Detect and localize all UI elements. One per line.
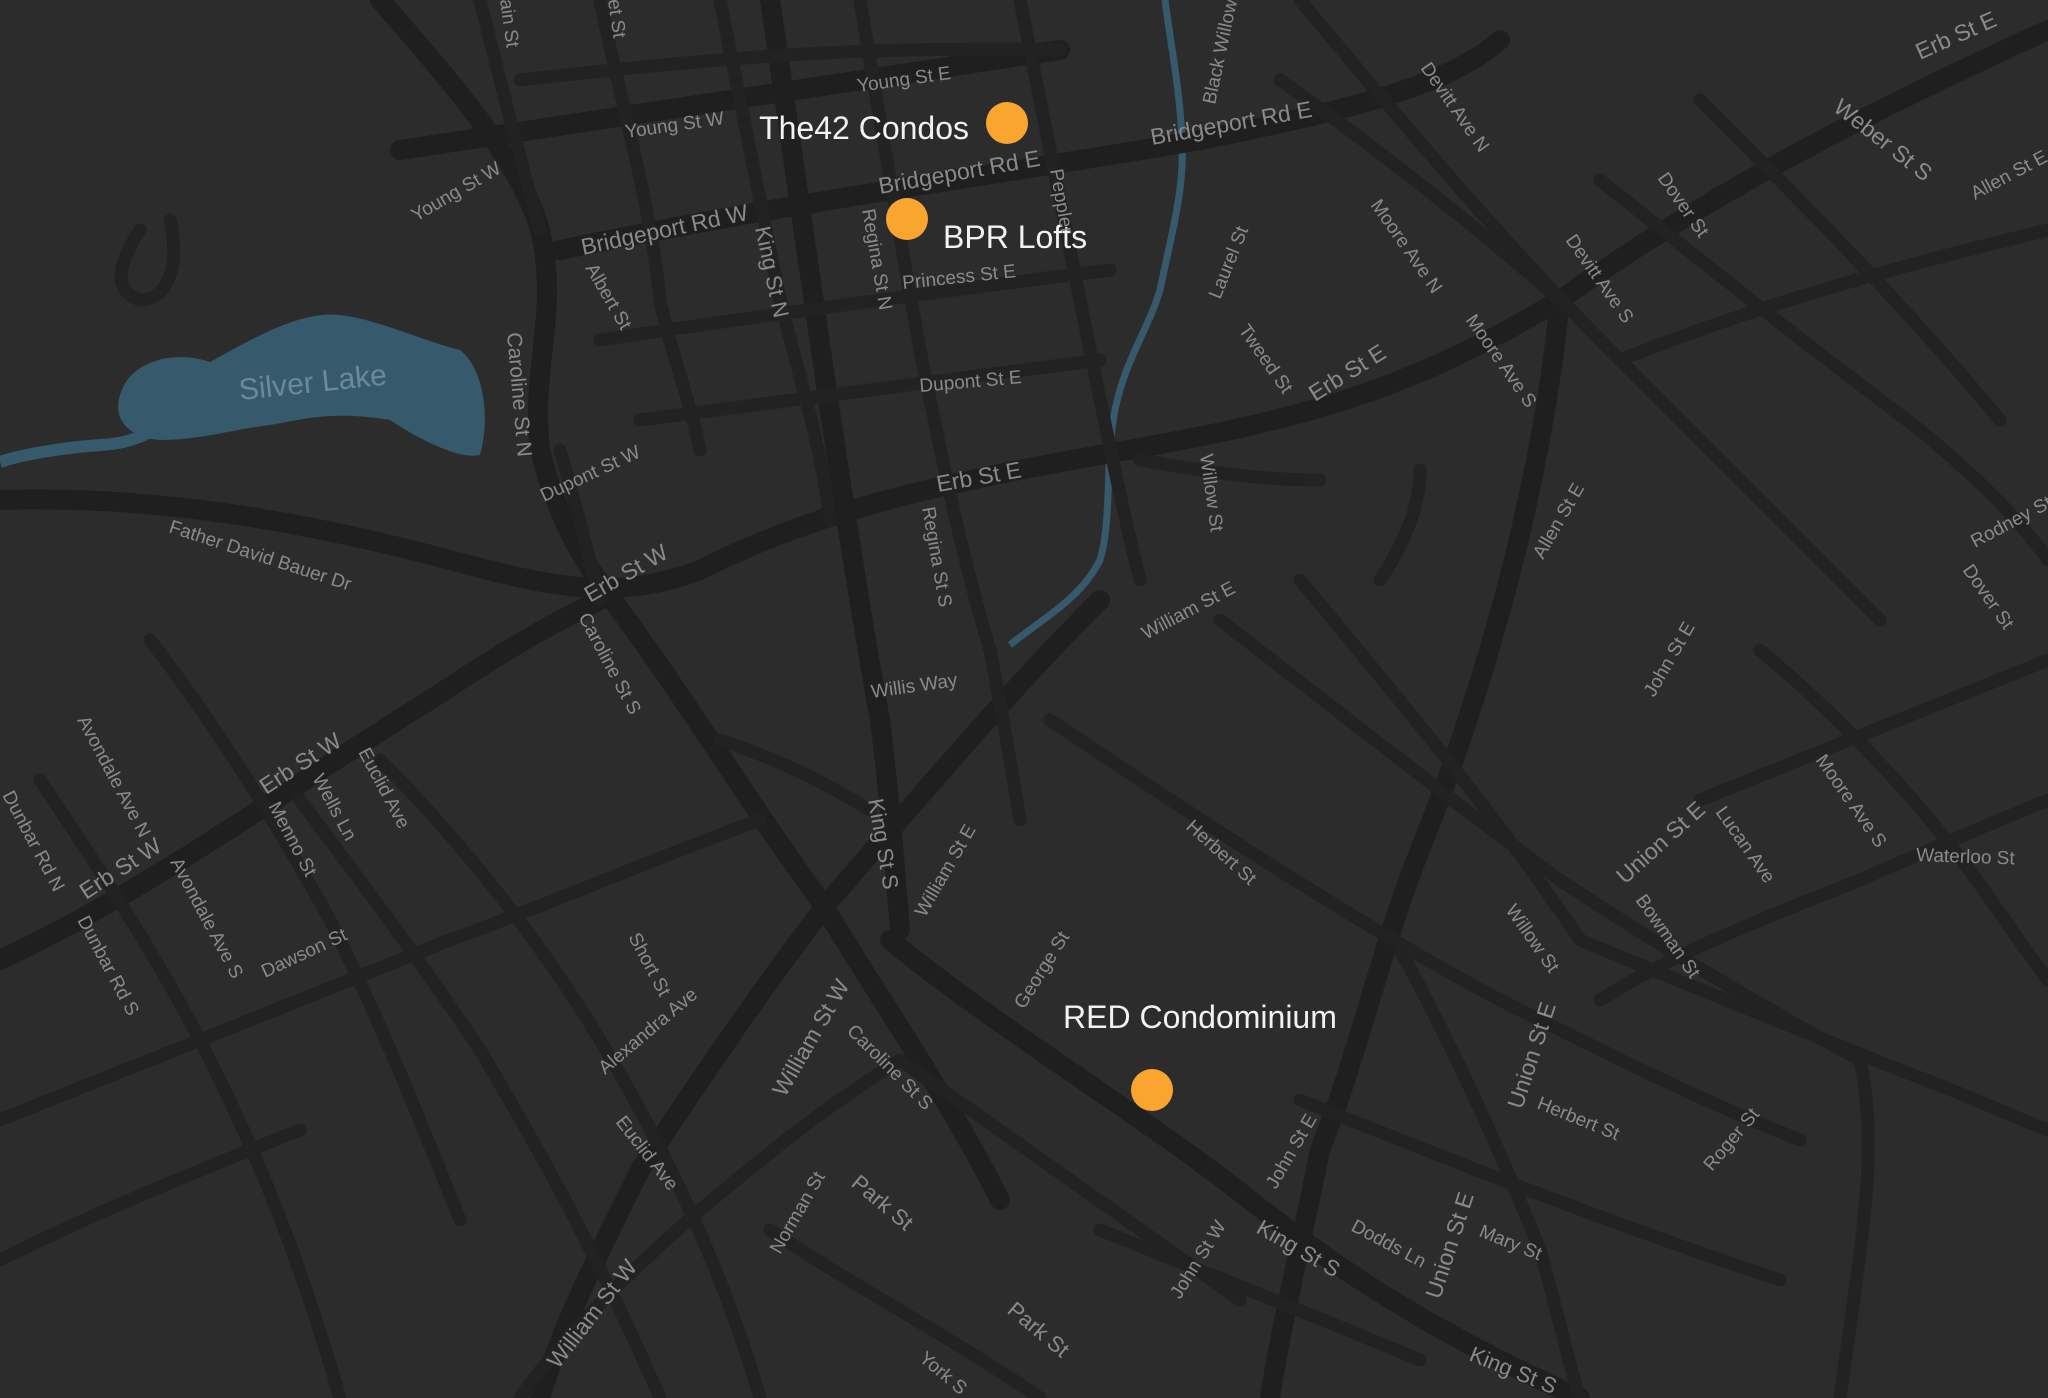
marker-bpr-lofts[interactable]: [886, 198, 928, 240]
marker-red-condominium[interactable]: [1131, 1069, 1173, 1111]
marker-label-the42-condos[interactable]: The42 Condos: [759, 110, 969, 146]
marker-the42-condos[interactable]: [986, 102, 1028, 144]
street-label: Waterloo St: [1916, 845, 2016, 869]
marker-label-red-condominium[interactable]: RED Condominium: [1063, 999, 1337, 1035]
map-background: [0, 0, 2048, 1398]
map-canvas[interactable]: The42 Condos BPR Lofts RED Condominium S…: [0, 0, 2048, 1398]
